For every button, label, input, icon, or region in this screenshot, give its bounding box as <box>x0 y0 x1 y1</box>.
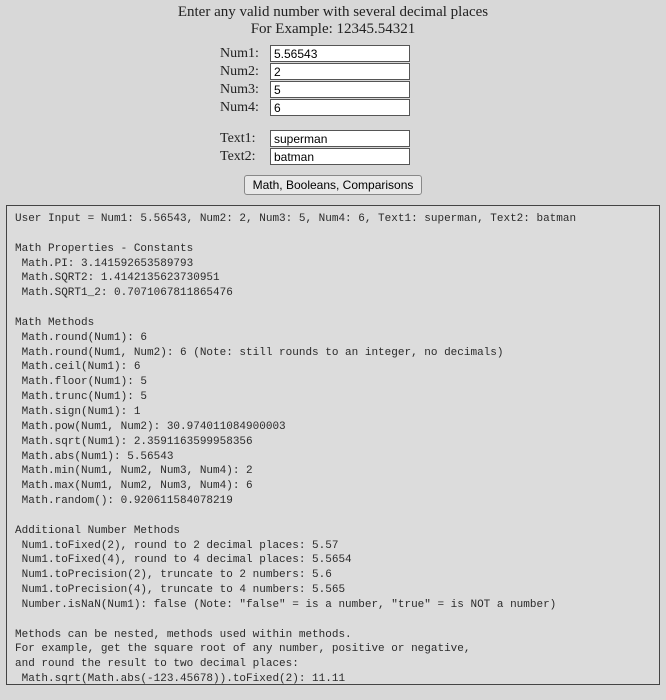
num4-input[interactable] <box>270 99 410 116</box>
text2-label: Text2: <box>220 149 270 165</box>
num1-input[interactable] <box>270 45 410 62</box>
header-line-1: Enter any valid number with several deci… <box>0 4 666 21</box>
compute-button[interactable]: Math, Booleans, Comparisons <box>244 175 423 195</box>
num4-label: Num4: <box>220 100 270 116</box>
page-header: Enter any valid number with several deci… <box>0 0 666 44</box>
header-line-2: For Example: 12345.54321 <box>0 21 666 38</box>
text1-input[interactable] <box>270 130 410 147</box>
text2-input[interactable] <box>270 148 410 165</box>
text1-label: Text1: <box>220 131 270 147</box>
input-form: Num1: Num2: Num3: Num4: Text1: Text2: <box>220 45 666 165</box>
output-panel: User Input = Num1: 5.56543, Num2: 2, Num… <box>6 205 660 685</box>
num1-label: Num1: <box>220 46 270 62</box>
num3-input[interactable] <box>270 81 410 98</box>
num2-label: Num2: <box>220 64 270 80</box>
num2-input[interactable] <box>270 63 410 80</box>
num3-label: Num3: <box>220 82 270 98</box>
